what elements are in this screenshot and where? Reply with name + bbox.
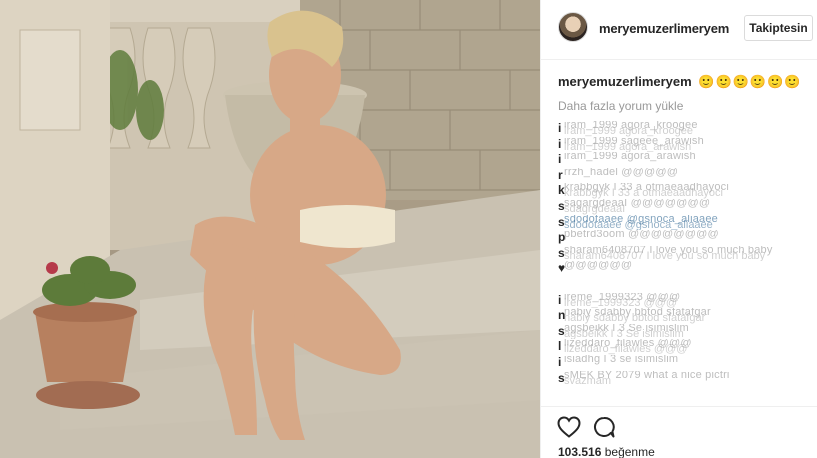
comments-list: i iram_1999 agora_kroogee iram_1999 agora_… bbox=[558, 121, 814, 409]
comment-text-overlay: svazmam bbox=[564, 374, 612, 387]
comment-text: rrzh_hadel @@@@@ bbox=[564, 167, 679, 178]
avatar[interactable] bbox=[558, 12, 588, 42]
post-photo bbox=[0, 0, 540, 458]
comment-username[interactable]: i bbox=[558, 293, 561, 307]
comment-username[interactable]: i bbox=[558, 121, 561, 135]
comment-username[interactable]: l bbox=[558, 339, 561, 353]
post-caption: meryemuzerlimeryem 🙂🙂🙂🙂🙂🙂 bbox=[558, 74, 813, 90]
comment-text-overlay: ireme_1999323 @@@ bbox=[564, 296, 678, 309]
likes-number: 103.516 bbox=[558, 445, 602, 458]
comment-text: @@@@@@ bbox=[564, 261, 633, 272]
comment-row bbox=[558, 277, 814, 293]
comment-row: k krabbgyk I 33 a otmaeaadhayoci krabbgyk … bbox=[558, 183, 814, 199]
comment-row: i iram_1999 agora_arawish bbox=[558, 152, 814, 168]
comment-text-overlay: krabbgyk I 33 a otmaeaadhayoci bbox=[564, 187, 723, 199]
header-username[interactable]: meryemuzerlimeryem bbox=[599, 21, 729, 36]
caption-username[interactable]: meryemuzerlimeryem bbox=[558, 74, 692, 89]
comment-row: ♥ @@@@@@ bbox=[558, 261, 814, 277]
comment-username[interactable]: i bbox=[558, 137, 561, 151]
comment-text-overlay: lizeddaro_filawles @@@ bbox=[564, 343, 688, 355]
comment-username[interactable]: i bbox=[558, 355, 561, 369]
comment-row: p pbetrd3oom @@@@@@@@ bbox=[558, 230, 814, 246]
comment-row: i iram_1999 sageee_arawish iram_1999 agora… bbox=[558, 137, 814, 153]
heart-icon[interactable] bbox=[557, 416, 581, 438]
post-header: meryemuzerlimeryem Takiptesin bbox=[541, 0, 817, 60]
comment-text-overlay: iram_1999 agora_arawish bbox=[564, 140, 692, 153]
comment-bubble-icon[interactable] bbox=[593, 416, 615, 438]
comment-row: i ireme_1999323 @@@ ireme_1999323 @@@ bbox=[558, 293, 814, 309]
comment-username[interactable]: r bbox=[558, 168, 563, 182]
comment-row: s sagargdeaaI @@@@@@@ sdagrgdeaaI bbox=[558, 199, 814, 215]
comment-row: i iram_1999 agora_kroogee iram_1999 agora_… bbox=[558, 121, 814, 137]
comment-text: isiadhg I 3 se isimislim bbox=[564, 354, 679, 365]
comment-row: l lizeddaro_filawles @@@ lizeddaro_filawle… bbox=[558, 339, 814, 355]
comment-row: r rrzh_hadel @@@@@ bbox=[558, 168, 814, 184]
comment-text-overlay: sdagrgdeaaI bbox=[564, 202, 626, 215]
comment-username[interactable]: i bbox=[558, 152, 561, 166]
comment-text-overlay: sdodotaaee @gsnoca_aliaaee bbox=[564, 218, 713, 231]
comment-row: s agsbeikk I 3 Se isimislim agsbeikk I 3 S… bbox=[558, 324, 814, 340]
following-button[interactable]: Takiptesin bbox=[744, 15, 813, 41]
comment-row: s sdodotaaee @gsnoca_aliaaee sdodotaaee @g… bbox=[558, 215, 814, 231]
post-actions-bar: 103.516 beğenme bbox=[541, 406, 817, 458]
photo-illustration bbox=[0, 0, 540, 458]
likes-count[interactable]: 103.516 beğenme bbox=[558, 445, 655, 458]
comment-text: pbetrd3oom @@@@@@@@ bbox=[564, 230, 719, 241]
caption-emojis: 🙂🙂🙂🙂🙂🙂 bbox=[698, 74, 802, 89]
post-side-panel: meryemuzerlimeryem Takiptesin meryemuzer… bbox=[540, 0, 817, 458]
likes-label: beğenme bbox=[604, 445, 655, 458]
comment-row: i isiadhg I 3 se isimislim bbox=[558, 355, 814, 371]
comment-text-overlay: nabiy sdabby bbtod sfatafgar bbox=[564, 312, 706, 324]
load-more-comments-link[interactable]: Daha fazla yorum yükle bbox=[558, 99, 683, 113]
comment-row: n nabiy sdabby bbtod sfatafgar nabiy sdabb… bbox=[558, 308, 814, 324]
comment-row: s sMEK BY 2079 what a nice pictri svazmam bbox=[558, 371, 814, 387]
comment-row: s sharam6408707 I love you so much baby sh… bbox=[558, 246, 814, 262]
comment-text-overlay: sharam6408707 I love you so much baby bbox=[564, 249, 766, 262]
comment-text: iram_1999 agora_arawish bbox=[564, 152, 696, 163]
comment-text-overlay: iram_1999 agora_kroogee bbox=[564, 125, 694, 137]
comment-text-overlay: agsbeikk I 3 Se isimislim bbox=[564, 327, 684, 340]
